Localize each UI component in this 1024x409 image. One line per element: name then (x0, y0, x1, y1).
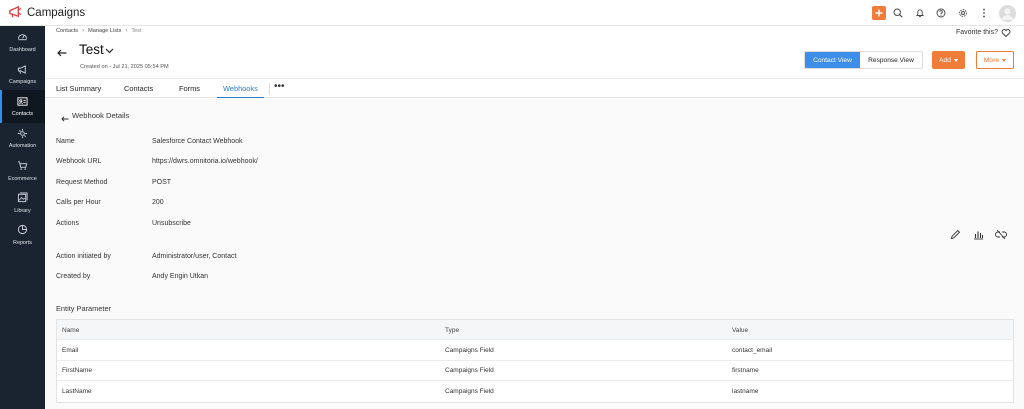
view-toggle: Contact View Response View (804, 51, 923, 69)
campaigns-logo-icon (8, 5, 23, 20)
sidebar-item-label: Campaigns (8, 79, 37, 86)
table-header-row: Name Type Value (57, 320, 1013, 340)
detail-label-calls: Calls per Hour (56, 199, 101, 206)
table-cell: LastName (62, 387, 92, 395)
table-cell: contact_email (732, 346, 773, 354)
gear-icon[interactable] (954, 4, 972, 22)
more-button-label: More (983, 56, 1000, 64)
chevron-down-icon[interactable] (105, 47, 114, 56)
table-row: Email Campaigns Field contact_email (57, 340, 1013, 361)
table-cell: Campaigns Field (445, 367, 494, 374)
tab-forms[interactable]: Forms (179, 84, 200, 93)
column-header-value: Value (732, 326, 749, 334)
cart-icon (17, 160, 28, 173)
automation-icon (17, 128, 28, 141)
stats-icon[interactable] (971, 228, 985, 240)
column-header-type: Type (445, 326, 460, 334)
sidebar-item-label: Library (14, 207, 31, 214)
chevron-right-icon: › (125, 28, 128, 34)
avatar[interactable] (999, 4, 1016, 22)
more-button[interactable]: More (976, 51, 1014, 69)
detail-value-name: Salesforce Contact Webhook (152, 138, 243, 145)
column-header-name: Name (62, 326, 80, 334)
detail-label-url: Webhook URL (56, 158, 102, 165)
page-title: Test (79, 42, 104, 57)
breadcrumb-current: Test (131, 28, 142, 34)
contact-view-button[interactable]: Contact View (805, 52, 860, 68)
table-row: LastName Campaigns Field lastname (57, 381, 1013, 402)
caret-down-icon (1002, 58, 1007, 62)
sidebar-item-label: Automation (8, 143, 37, 150)
table-cell: firstname (732, 367, 759, 374)
detail-label-actions: Actions (56, 220, 79, 227)
webhook-actions (948, 228, 1017, 240)
table-cell: lastname (732, 387, 759, 395)
entity-parameter-table: Name Type Value Email Campaigns Field co… (56, 319, 1014, 403)
pie-chart-icon (17, 224, 28, 237)
detail-label-initiated: Action initiated by (56, 253, 111, 260)
sidebar-item-campaigns[interactable]: Campaigns (0, 58, 45, 90)
plus-icon[interactable] (871, 6, 886, 20)
detail-value-actions: Unsubscribe (152, 220, 191, 227)
chevron-right-icon: › (82, 28, 85, 34)
detail-value-method: POST (152, 179, 172, 186)
sidebar-item-dashboard[interactable]: Dashboard (0, 26, 45, 58)
sidebar-item-library[interactable]: Library (0, 187, 45, 219)
top-bar: Campaigns (0, 0, 1024, 26)
sidebar-item-automation[interactable]: Automation (0, 123, 45, 155)
brand[interactable]: Campaigns (8, 5, 85, 20)
tab-bar: List Summary Contacts Forms Webhooks ••• (45, 78, 1024, 99)
detail-value-calls: 200 (152, 199, 164, 206)
section-title: Webhook Details (72, 110, 130, 120)
heart-icon[interactable] (1001, 28, 1011, 40)
kebab-icon[interactable] (975, 4, 993, 22)
breadcrumb: Contacts › Manage Lists › Test (56, 28, 142, 34)
detail-label-method: Request Method (56, 179, 108, 186)
back-arrow-icon[interactable] (61, 115, 69, 124)
tab-webhooks[interactable]: Webhooks (223, 84, 258, 93)
entity-parameter-title: Entity Parameter (56, 304, 112, 313)
response-view-button[interactable]: Response View (860, 52, 922, 68)
favorite-label: Favorite this? (955, 28, 998, 36)
detail-value-url: https://dwrs.omnitoria.io/webhook/ (152, 158, 258, 165)
search-icon[interactable] (889, 4, 907, 22)
add-button-label: Add (938, 56, 952, 64)
detail-value-created-by: Andy Engin Utkan (152, 273, 209, 280)
sidebar: Dashboard Campaigns Contacts Automation … (0, 26, 45, 409)
table-cell: Email (62, 346, 79, 354)
table-cell: Campaigns Field (445, 387, 494, 395)
detail-label-name: Name (56, 138, 75, 145)
created-on-text: Created on - Jul 21, 2025 05:54 PM (80, 64, 169, 70)
edit-icon[interactable] (948, 228, 962, 240)
detail-label-created-by: Created by (56, 273, 91, 280)
add-button[interactable]: Add (932, 51, 965, 69)
back-arrow-icon[interactable] (57, 49, 67, 59)
contact-card-icon (17, 96, 28, 109)
table-row: FirstName Campaigns Field firstname (57, 361, 1013, 381)
help-icon[interactable] (932, 4, 950, 22)
sidebar-item-contacts[interactable]: Contacts (0, 90, 45, 123)
sidebar-item-label: Reports (13, 239, 32, 246)
breadcrumb-manage-lists[interactable]: Manage Lists (88, 28, 121, 34)
tab-divider (269, 83, 270, 95)
caret-down-icon (954, 58, 959, 62)
dashboard-icon (17, 31, 28, 44)
library-icon (17, 192, 28, 205)
tab-list-summary[interactable]: List Summary (56, 84, 101, 93)
megaphone-icon (17, 64, 28, 77)
more-tabs-icon[interactable]: ••• (274, 81, 285, 92)
sidebar-item-label: Dashboard (9, 46, 36, 53)
table-cell: FirstName (62, 367, 92, 374)
app-title: Campaigns (27, 6, 86, 19)
detail-value-initiated: Administrator/user, Contact (152, 253, 237, 260)
bell-icon[interactable] (911, 4, 929, 22)
sidebar-item-label: Ecommerce (8, 175, 37, 182)
sidebar-item-ecommerce[interactable]: Ecommerce (0, 155, 45, 187)
table-cell: Campaigns Field (445, 346, 494, 354)
unlink-icon[interactable] (994, 228, 1008, 240)
sidebar-item-reports[interactable]: Reports (0, 219, 45, 251)
tab-contacts[interactable]: Contacts (124, 84, 153, 93)
breadcrumb-contacts[interactable]: Contacts (56, 28, 78, 34)
sidebar-item-label: Contacts (11, 111, 34, 118)
